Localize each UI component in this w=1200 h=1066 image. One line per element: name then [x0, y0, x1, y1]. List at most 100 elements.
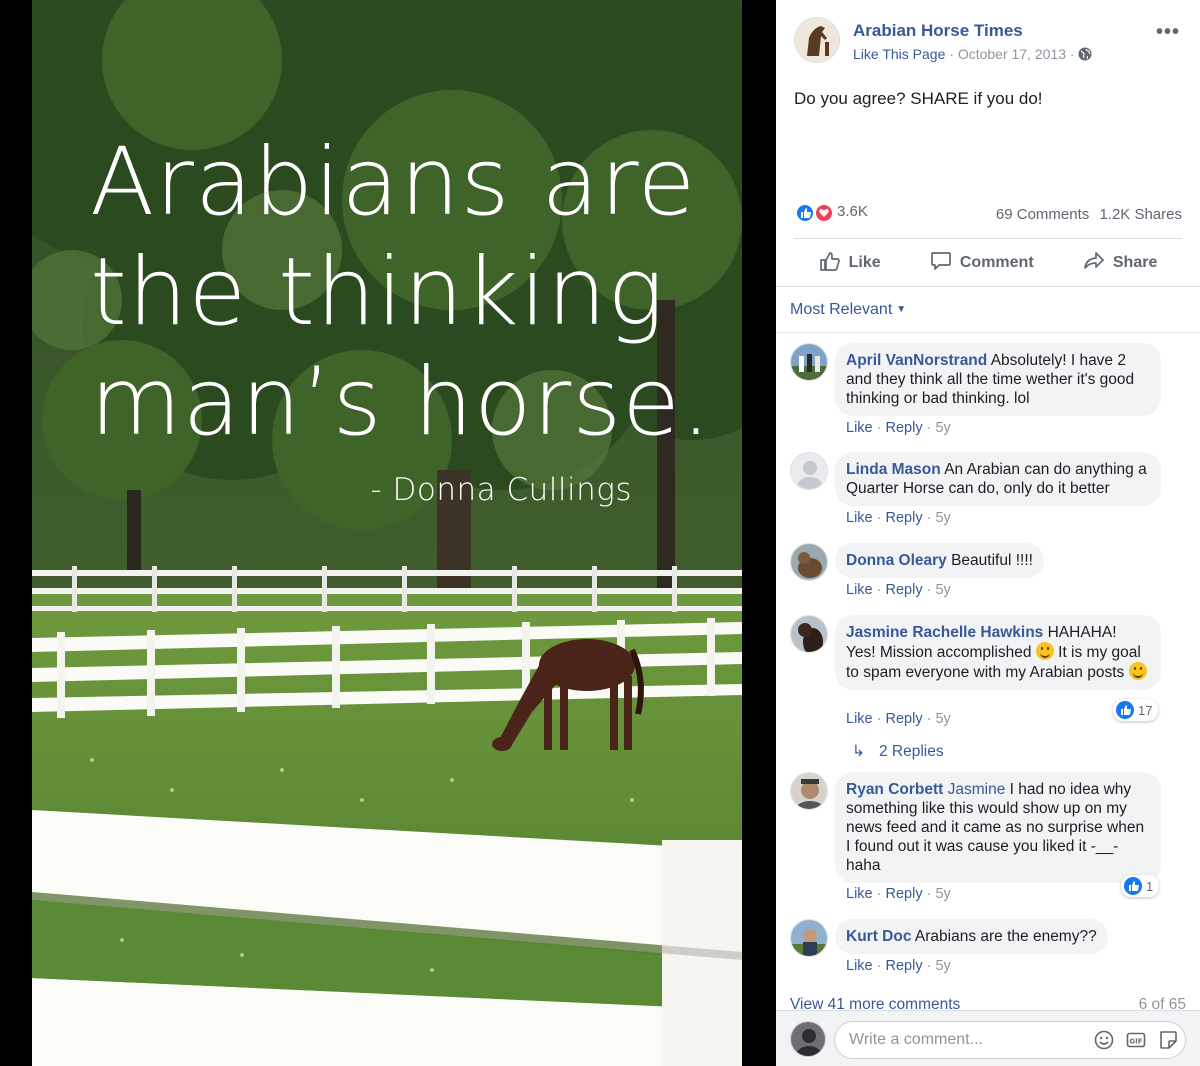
comment-bubble: Jasmine Rachelle Hawkins HAHAHA! Yes! Mi…	[835, 615, 1161, 690]
comment-text: Beautiful !!!!	[951, 552, 1033, 569]
avatar[interactable]	[790, 343, 828, 381]
comment-author[interactable]: Ryan Corbett	[846, 781, 943, 798]
reactions-summary[interactable]	[794, 202, 834, 224]
avatar[interactable]	[790, 772, 828, 810]
separator: ·	[1069, 46, 1075, 62]
reaction-count: 17	[1138, 702, 1153, 718]
comment-mention[interactable]: Jasmine	[948, 781, 1006, 798]
comment-reactions-badge[interactable]: 17	[1113, 699, 1159, 721]
comment-author[interactable]: Kurt Doc	[846, 928, 911, 945]
comment-author[interactable]: Linda Mason	[846, 461, 941, 478]
comment-reply-link[interactable]: Reply	[886, 510, 923, 526]
reactions-count[interactable]: 3.6K	[837, 203, 868, 220]
comment-label: Comment	[959, 254, 1034, 271]
comment-reply-link[interactable]: Reply	[886, 582, 923, 598]
comment-time[interactable]: 5y	[935, 510, 950, 526]
comment-reply-link[interactable]: Reply	[886, 711, 923, 727]
quote-line: Arabians are	[90, 128, 697, 237]
comment-reply-link[interactable]: Reply	[886, 886, 923, 902]
comment-bubble: Ryan Corbett Jasmine I had no idea why s…	[835, 772, 1161, 883]
comment-footer: Like · Reply · 5y	[846, 582, 951, 598]
comment-icon	[930, 250, 952, 277]
comment-like-link[interactable]: Like	[846, 886, 873, 902]
comment-like-link[interactable]: Like	[846, 582, 873, 598]
gif-icon[interactable]: GIF	[1126, 1030, 1146, 1055]
shares-count[interactable]: 1.2K Shares	[1099, 206, 1182, 223]
post-viewer: Arabians are the thinking man’s horse. -…	[0, 0, 1200, 1066]
reply-arrow-icon: ↳	[852, 743, 865, 760]
comment-time[interactable]: 5y	[935, 420, 950, 436]
write-comment-bar: Write a comment... GIF	[776, 1010, 1200, 1066]
like-reaction-icon	[1124, 877, 1142, 895]
avatar[interactable]	[790, 452, 828, 490]
thumbs-up-icon	[819, 250, 841, 277]
comment-sort-dropdown[interactable]: Most Relevant ▼	[790, 301, 906, 319]
avatar[interactable]	[790, 543, 828, 581]
comment-footer: Like · Reply · 5y	[846, 886, 951, 902]
post-side-panel: Arabian Horse Times Like This Page · Oct…	[776, 0, 1200, 1066]
comment-bubble: Donna Oleary Beautiful !!!!	[835, 543, 1044, 578]
emoji-icon[interactable]	[1094, 1030, 1114, 1055]
engagement-counts: 69 Comments 1.2K Shares	[996, 206, 1182, 223]
view-replies-link[interactable]: ↳ 2 Replies	[852, 742, 944, 761]
comment-input-tools: GIF	[1094, 1030, 1178, 1055]
smiley-emoji-icon	[1035, 642, 1054, 660]
comment-time[interactable]: 5y	[935, 886, 950, 902]
share-button[interactable]: Share	[1083, 250, 1157, 277]
comment-reactions-badge[interactable]: 1	[1121, 875, 1160, 897]
post-photo[interactable]: Arabians are the thinking man’s horse. -…	[32, 0, 742, 1066]
sticker-icon[interactable]	[1158, 1030, 1178, 1055]
share-icon	[1083, 250, 1105, 277]
share-label: Share	[1112, 254, 1158, 271]
comment-button[interactable]: Comment	[930, 250, 1034, 277]
page-name[interactable]: Arabian Horse Times	[853, 21, 1023, 41]
comment-like-link[interactable]: Like	[846, 958, 873, 974]
comment-bubble: Kurt Doc Arabians are the enemy??	[835, 919, 1108, 954]
post-meta: Like This Page · October 17, 2013 ·	[853, 46, 1092, 64]
like-reaction-icon	[1116, 701, 1134, 719]
comment-bubble: April VanNorstrand Absolutely! I have 2 …	[835, 343, 1161, 416]
comment-footer: Like · Reply · 5y	[846, 958, 951, 974]
avatar[interactable]	[790, 919, 828, 957]
post-date[interactable]: October 17, 2013	[958, 46, 1066, 62]
quote-line: the thinking	[90, 238, 665, 347]
divider	[776, 286, 1200, 287]
quote-line: man’s horse.	[90, 348, 712, 457]
globe-icon	[1078, 47, 1092, 64]
comment-time[interactable]: 5y	[935, 582, 950, 598]
post-text: Do you agree? SHARE if you do!	[794, 89, 1043, 108]
comment-reply-link[interactable]: Reply	[886, 958, 923, 974]
comment-like-link[interactable]: Like	[846, 420, 873, 436]
comments-count[interactable]: 69 Comments	[996, 206, 1089, 223]
more-icon[interactable]: •••	[1156, 21, 1180, 44]
post-stats: 3.6K 69 Comments 1.2K Shares	[794, 200, 1182, 226]
comment-author[interactable]: Jasmine Rachelle Hawkins	[846, 624, 1043, 641]
comment-bubble: Linda Mason An Arabian can do anything a…	[835, 452, 1161, 506]
sort-label: Most Relevant	[790, 301, 893, 318]
comment-footer: Like · Reply · 5y	[846, 711, 951, 727]
current-user-avatar[interactable]	[790, 1021, 826, 1057]
comment-like-link[interactable]: Like	[846, 510, 873, 526]
smiley-emoji-icon	[1128, 662, 1147, 680]
post-header: Arabian Horse Times Like This Page · Oct…	[794, 17, 1182, 65]
comment-time[interactable]: 5y	[935, 711, 950, 727]
like-button[interactable]: Like	[819, 250, 881, 277]
comment-author[interactable]: Donna Oleary	[846, 552, 947, 569]
replies-count: 2 Replies	[879, 743, 944, 760]
comment-like-link[interactable]: Like	[846, 711, 873, 727]
comment-reply-link[interactable]: Reply	[886, 420, 923, 436]
divider	[794, 238, 1182, 239]
page-avatar[interactable]	[794, 17, 840, 63]
post-actions: Like Comment Share	[794, 244, 1182, 282]
comment-input-placeholder: Write a comment...	[849, 1031, 983, 1048]
comment-footer: Like · Reply · 5y	[846, 420, 951, 436]
reaction-count: 1	[1146, 878, 1154, 894]
avatar[interactable]	[790, 615, 828, 653]
comment-author[interactable]: April VanNorstrand	[846, 352, 987, 369]
separator: ·	[949, 46, 954, 62]
quote-author: - Donna Cullings	[370, 472, 632, 508]
svg-text:GIF: GIF	[1129, 1038, 1142, 1046]
comment-footer: Like · Reply · 5y	[846, 510, 951, 526]
comment-time[interactable]: 5y	[935, 958, 950, 974]
like-page-link[interactable]: Like This Page	[853, 46, 945, 62]
